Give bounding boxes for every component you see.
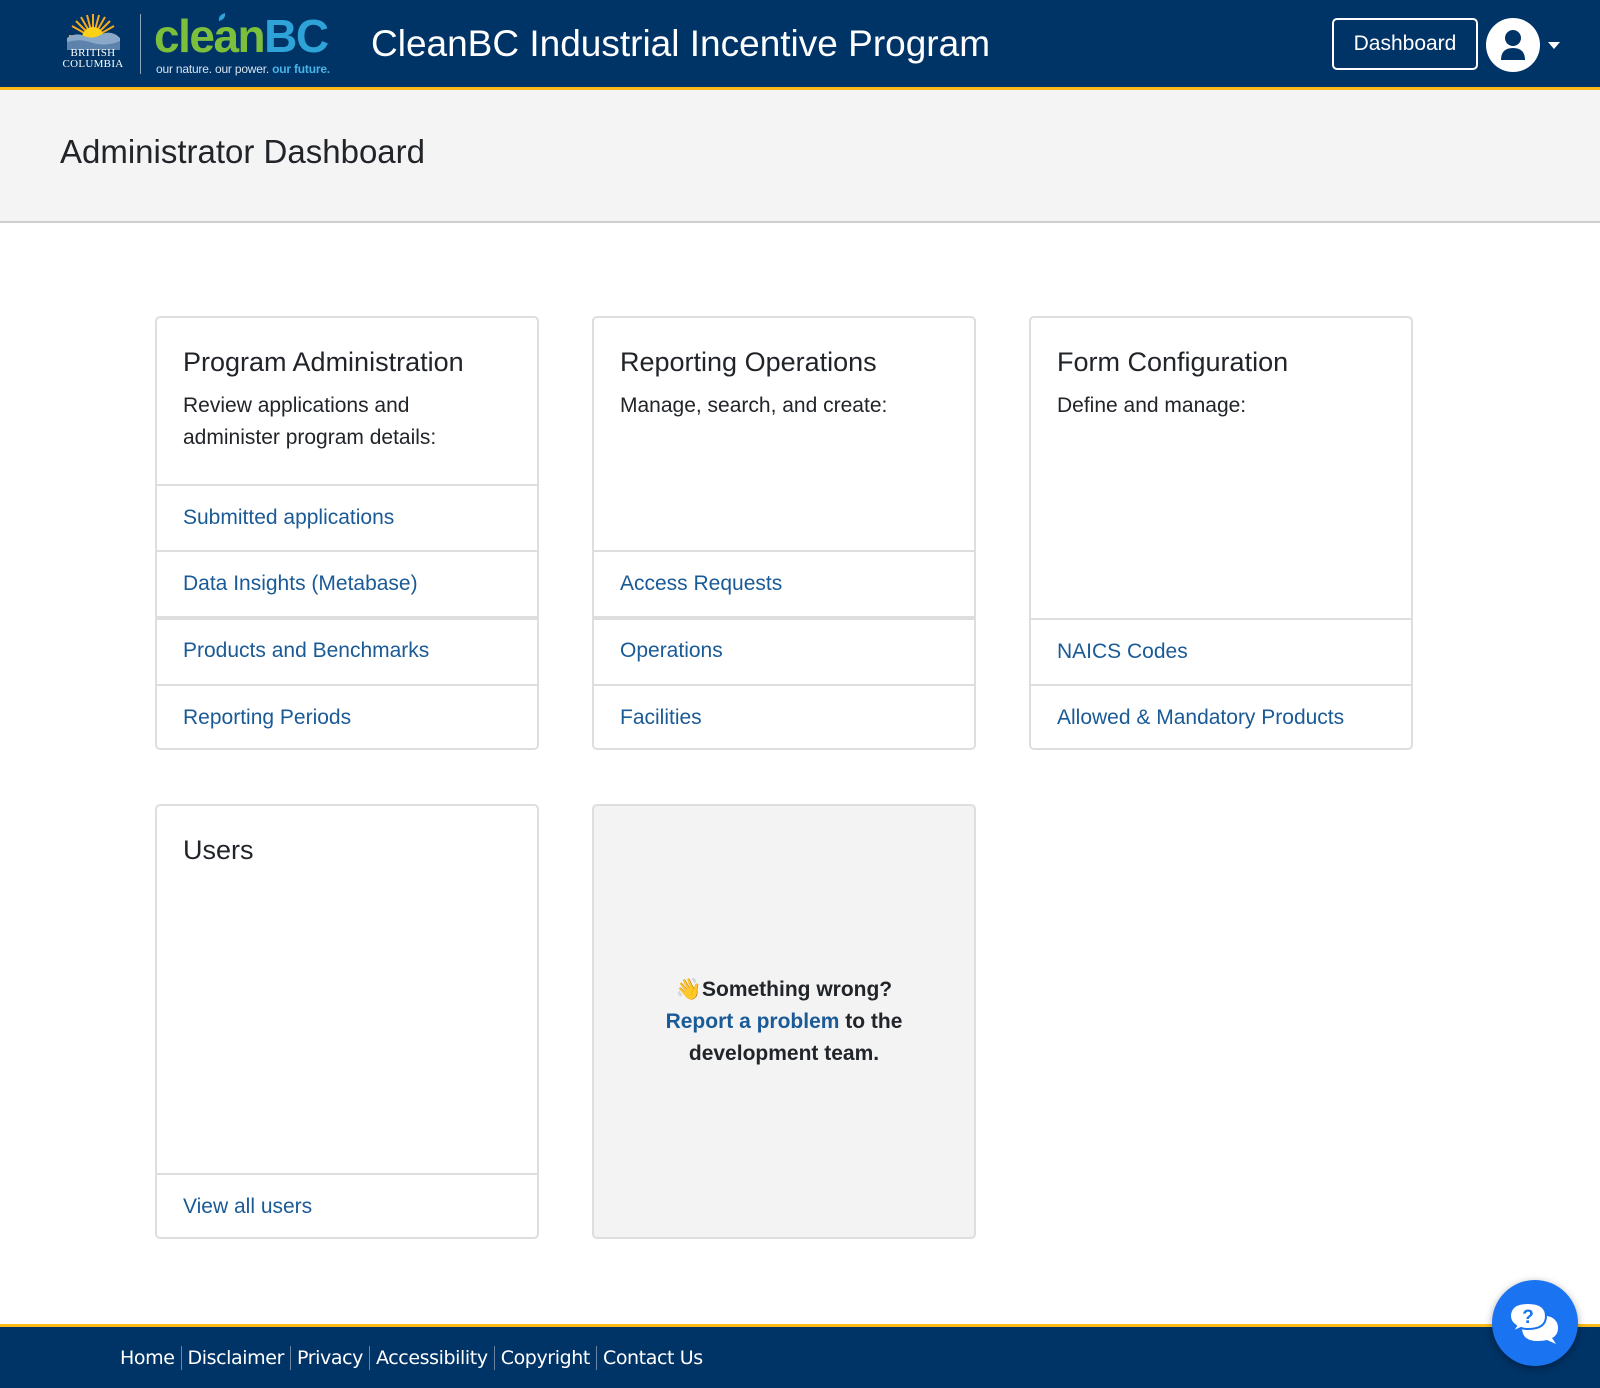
card-description: Define and manage: bbox=[1057, 394, 1247, 417]
link-reporting-periods[interactable]: Reporting Periods bbox=[157, 684, 537, 748]
cleanbc-brandmark: cleanBC bbox=[154, 10, 329, 62]
link-access-requests[interactable]: Access Requests bbox=[594, 550, 974, 616]
card-reporting-operations: Reporting Operations Manage, search, and… bbox=[592, 316, 976, 750]
footer-link-home[interactable]: Home bbox=[120, 1346, 181, 1370]
help-chat-button[interactable]: ? bbox=[1492, 1280, 1578, 1366]
link-view-all-users[interactable]: View all users bbox=[157, 1173, 537, 1237]
footer-link-disclaimer[interactable]: Disclaimer bbox=[180, 1345, 290, 1370]
report-problem-text: 👋Something wrong? Report a problem to th… bbox=[666, 974, 903, 1070]
bc-sun-mountain-icon bbox=[67, 14, 120, 50]
cleanbc-logo[interactable]: cleanBC our nature. our power. our futur… bbox=[154, 10, 350, 76]
card-title: Form Configuration bbox=[1057, 347, 1289, 377]
page-title: Administrator Dashboard bbox=[60, 133, 425, 170]
card-body: Program Administration Review applicatio… bbox=[157, 318, 537, 454]
card-program-administration: Program Administration Review applicatio… bbox=[155, 316, 539, 750]
to-the-text: to the bbox=[839, 1009, 903, 1033]
brand-clean: clean bbox=[154, 10, 266, 62]
card-description: Review applications and administer progr… bbox=[183, 394, 437, 449]
footer-link-accessibility[interactable]: Accessibility bbox=[368, 1345, 494, 1370]
chevron-down-icon bbox=[1548, 41, 1560, 49]
logo-divider bbox=[140, 14, 141, 74]
report-line-1: 👋Something wrong? bbox=[666, 974, 903, 1006]
card-title: Program Administration bbox=[183, 347, 464, 377]
link-facilities[interactable]: Facilities bbox=[594, 684, 974, 748]
report-problem-card: 👋Something wrong? Report a problem to th… bbox=[592, 804, 976, 1239]
footer-link-privacy[interactable]: Privacy bbox=[289, 1345, 369, 1370]
link-operations[interactable]: Operations bbox=[594, 616, 974, 682]
bc-wordmark-line2: COLUMBIA bbox=[62, 58, 124, 70]
something-wrong-text: Something wrong? bbox=[701, 977, 893, 1001]
card-body: Form Configuration Define and manage: bbox=[1031, 318, 1411, 422]
link-data-insights[interactable]: Data Insights (Metabase) bbox=[157, 550, 537, 616]
user-icon bbox=[1501, 30, 1525, 60]
card-title: Users bbox=[183, 835, 254, 865]
link-products-and-benchmarks[interactable]: Products and Benchmarks bbox=[157, 616, 537, 682]
cleanbc-tagline: our nature. our power. our future. bbox=[156, 62, 330, 76]
card-title: Reporting Operations bbox=[620, 347, 877, 377]
card-users: Users View all users bbox=[155, 804, 539, 1239]
brand-bc: BC bbox=[264, 10, 329, 62]
report-problem-link[interactable]: Report a problem bbox=[666, 1010, 840, 1033]
page-title-band: Administrator Dashboard bbox=[0, 90, 1600, 223]
user-menu-toggle[interactable] bbox=[1486, 18, 1562, 72]
link-submitted-applications[interactable]: Submitted applications bbox=[157, 484, 537, 550]
card-description: Manage, search, and create: bbox=[620, 394, 888, 417]
site-footer: Home Disclaimer Privacy Accessibility Co… bbox=[0, 1324, 1600, 1388]
card-form-configuration: Form Configuration Define and manage: NA… bbox=[1029, 316, 1413, 750]
report-line-2: Report a problem to the bbox=[666, 1006, 903, 1038]
question-chat-bubbles-icon: ? bbox=[1508, 1301, 1558, 1344]
card-body: Reporting Operations Manage, search, and… bbox=[594, 318, 974, 422]
report-line-3: development team. bbox=[688, 1041, 880, 1065]
svg-text:?: ? bbox=[1522, 1307, 1534, 1328]
footer-link-copyright[interactable]: Copyright bbox=[493, 1345, 596, 1370]
site-header: BRITISH COLUMBIA cleanBC our nature. our… bbox=[0, 0, 1600, 90]
tagline-part2: our future. bbox=[272, 62, 330, 76]
link-allowed-mandatory-products[interactable]: Allowed & Mandatory Products bbox=[1031, 684, 1411, 748]
dashboard-button[interactable]: Dashboard bbox=[1332, 18, 1478, 70]
footer-link-contact-us[interactable]: Contact Us bbox=[595, 1345, 709, 1370]
link-naics-codes[interactable]: NAICS Codes bbox=[1031, 618, 1411, 684]
card-body: Users bbox=[157, 806, 537, 868]
bc-wordmark: BRITISH COLUMBIA bbox=[56, 48, 130, 70]
avatar[interactable] bbox=[1486, 18, 1540, 72]
waving-hand-icon: 👋 bbox=[675, 977, 702, 1001]
app-title: CleanBC Industrial Incentive Program bbox=[371, 23, 991, 64]
tagline-part1: our nature. our power. bbox=[156, 62, 273, 76]
bc-government-logo[interactable]: BRITISH COLUMBIA bbox=[56, 12, 130, 74]
leaf-icon bbox=[218, 13, 226, 21]
